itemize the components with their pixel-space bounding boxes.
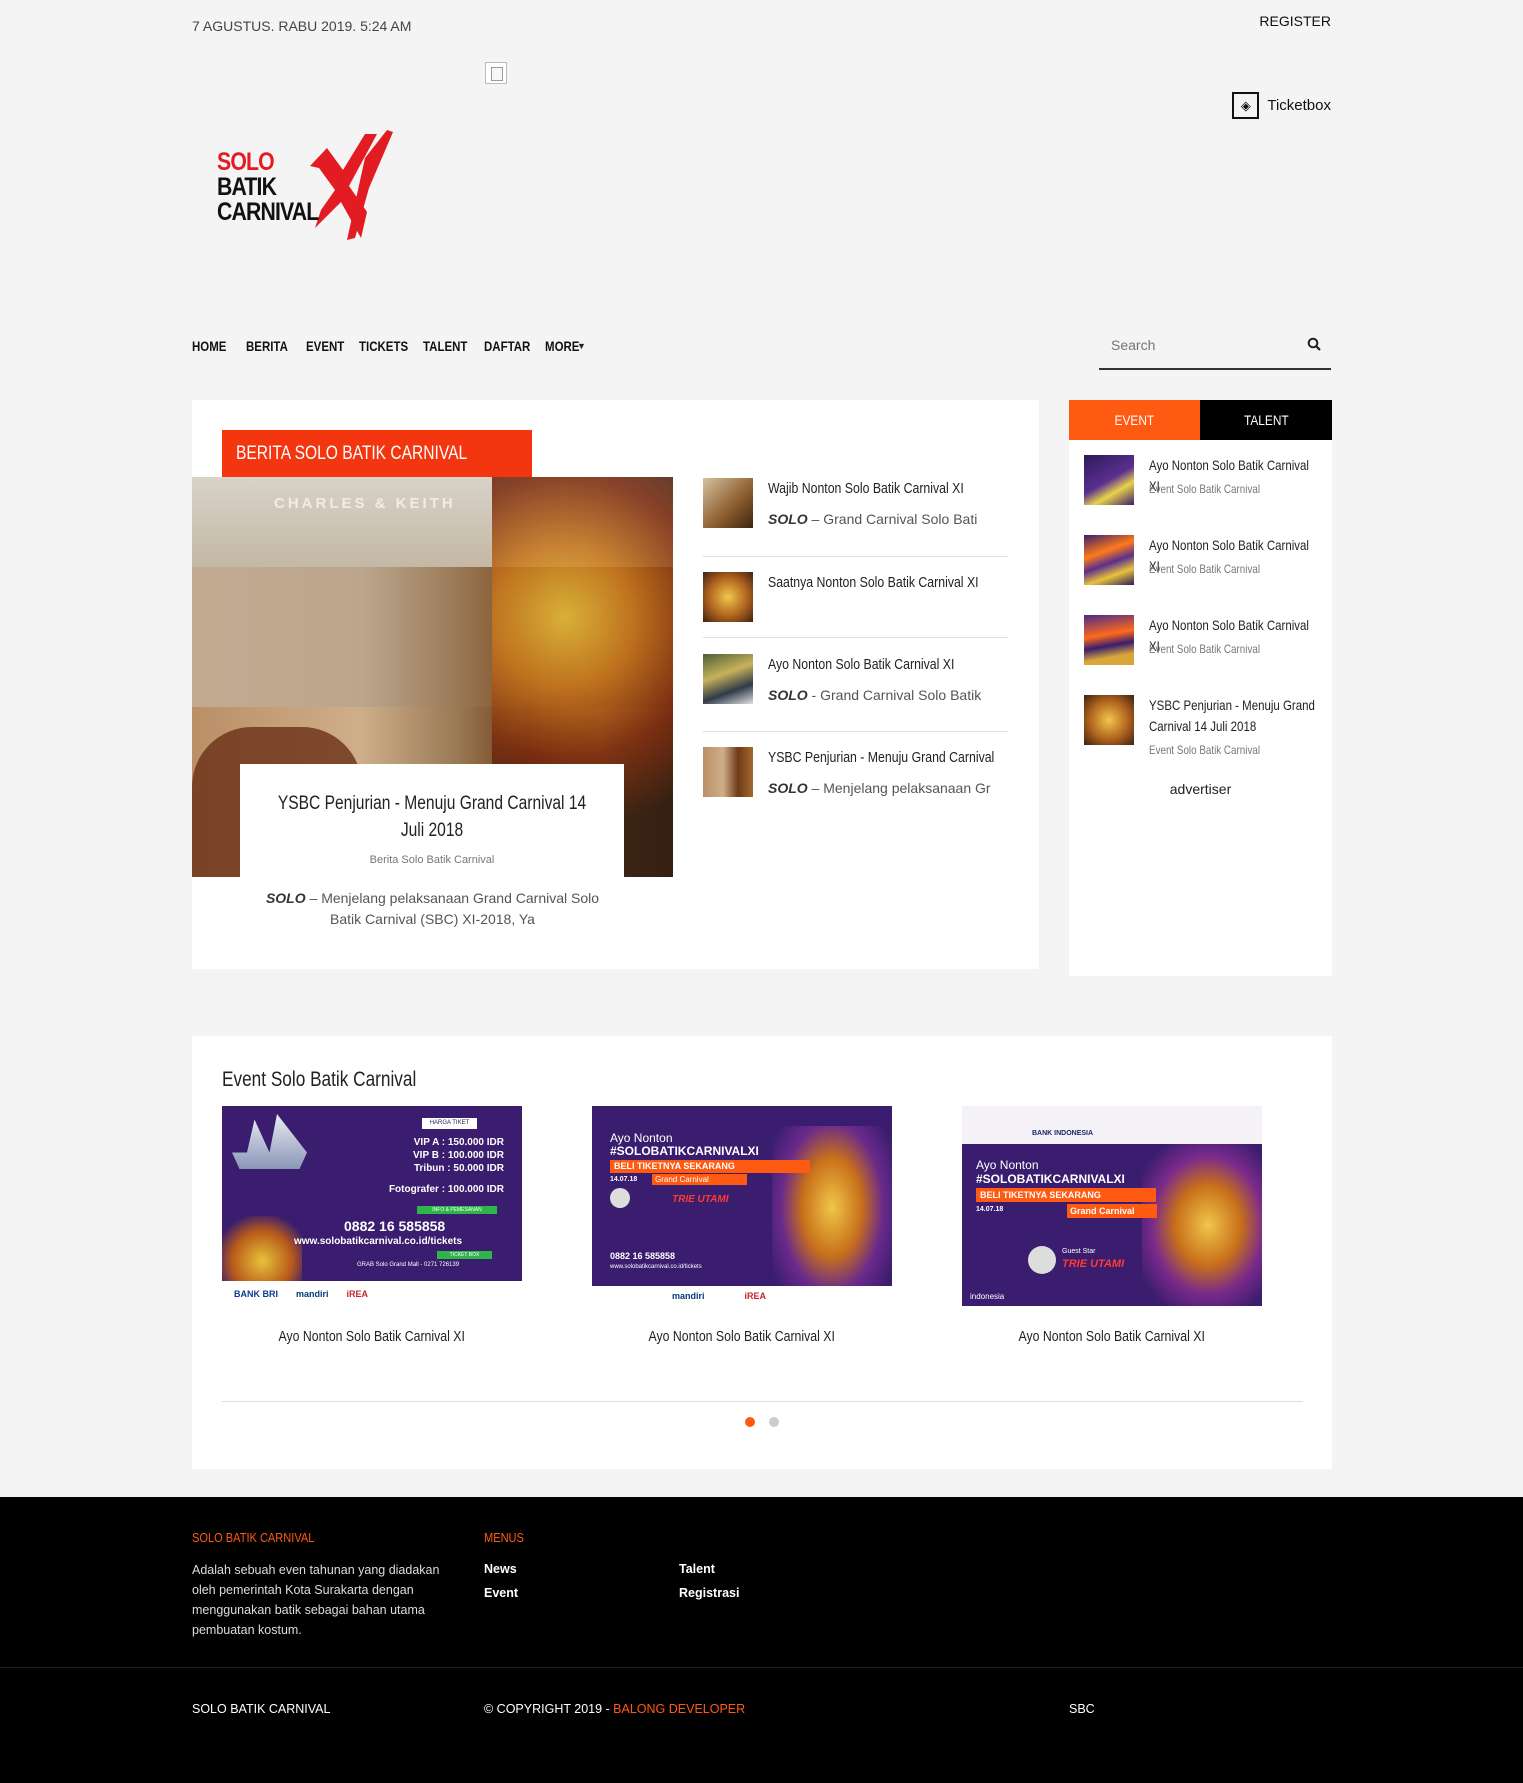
nav-home[interactable]: HOME (192, 338, 226, 354)
news-thumbnail (703, 478, 753, 528)
event-poster[interactable]: Ayo Nonton #SOLOBATIKCARNIVALXI BELI TIK… (592, 1106, 892, 1306)
featured-news-excerpt: SOLO – Menjelang pelaksanaan Grand Carni… (265, 890, 600, 927)
news-item-title[interactable]: Wajib Nonton Solo Batik Carnival XI (768, 480, 964, 497)
sidebar-item-category: Event Solo Batik Carnival (1149, 482, 1261, 496)
nav-talent[interactable]: TALENT (423, 338, 467, 354)
sidebar-item-category: Event Solo Batik Carnival (1149, 743, 1261, 757)
ticket-icon: ◈ (1232, 92, 1260, 119)
event-caption[interactable]: Ayo Nonton Solo Batik Carnival XI (962, 1328, 1262, 1345)
news-item-title[interactable]: Saatnya Nonton Solo Batik Carnival XI (768, 574, 979, 591)
featured-news-title[interactable]: YSBC Penjurian - Menuju Grand Carnival 1… (275, 790, 590, 844)
event-caption[interactable]: Ayo Nonton Solo Batik Carnival XI (592, 1328, 892, 1345)
costume-graphic (1142, 1144, 1262, 1306)
footer-divider (0, 1667, 1523, 1668)
nav-daftar[interactable]: DAFTAR (484, 338, 530, 354)
site-logo[interactable]: SOLO BATIK CARNIVAL (215, 128, 405, 248)
search-box (1099, 328, 1331, 370)
search-input[interactable] (1099, 328, 1289, 362)
advertiser-slot: advertiser (1169, 781, 1232, 797)
event-thumbnail (1084, 455, 1134, 505)
nav-more-dropdown[interactable]: MORE ▼ (545, 338, 586, 354)
sidebar-item-category: Event Solo Batik Carnival (1149, 642, 1261, 656)
ticketbox-label: Ticketbox (1267, 97, 1331, 114)
divider (703, 556, 1008, 557)
footer-menus-heading: MENUS (484, 1530, 524, 1545)
news-thumbnail (703, 572, 753, 622)
featured-news-card[interactable]: YSBC Penjurian - Menuju Grand Carnival 1… (240, 764, 624, 877)
event-poster[interactable]: HARGA TIKET VIP A : 150.000 IDR VIP B : … (222, 1106, 522, 1306)
footer-about-heading: SOLO BATIK CARNIVAL (192, 1530, 315, 1545)
logo-text-carnival: CARNIVAL (217, 198, 319, 226)
footer-link-news[interactable]: News (484, 1562, 517, 1576)
footer-site-name: SOLO BATIK CARNIVAL (192, 1702, 331, 1716)
news-item-title[interactable]: YSBC Penjurian - Menuju Grand Carnival (768, 749, 994, 766)
sidebar-item-title[interactable]: YSBC Penjurian - Menuju Grand Carnival 1… (1149, 695, 1321, 737)
developer-link[interactable]: BALONG DEVELOPER (613, 1702, 745, 1716)
carousel-dot-active[interactable] (745, 1417, 755, 1427)
nav-berita[interactable]: BERITA (246, 338, 288, 354)
footer-copyright: © COPYRIGHT 2019 - BALONG DEVELOPER (484, 1702, 746, 1716)
event-thumbnail (1084, 615, 1134, 665)
footer-sbc: SBC (1069, 1702, 1095, 1716)
search-icon[interactable] (1307, 337, 1321, 354)
nav-more[interactable]: MORE (545, 338, 579, 354)
nav-event[interactable]: EVENT (306, 338, 344, 354)
broken-image-icon (485, 62, 507, 84)
footer-link-event[interactable]: Event (484, 1586, 518, 1600)
featured-news-category[interactable]: Berita Solo Batik Carnival (240, 854, 624, 866)
footer-link-registrasi[interactable]: Registrasi (679, 1586, 739, 1600)
news-section-tag: BERITA SOLO BATIK CARNIVAL (222, 430, 532, 477)
costume-graphic (772, 1126, 892, 1306)
divider (703, 731, 1008, 732)
header-date: 7 AGUSTUS. RABU 2019. 5:24 AM (192, 18, 412, 34)
footer-link-talent[interactable]: Talent (679, 1562, 715, 1576)
divider (222, 1401, 1303, 1402)
ship-graphic (232, 1114, 307, 1169)
tab-event[interactable]: EVENT (1069, 400, 1200, 440)
footer-about-text: Adalah sebuah even tahunan yang diadakan… (192, 1563, 440, 1637)
news-item-excerpt: SOLO – Menjelang pelaksanaan Gr (768, 780, 991, 796)
news-thumbnail (703, 654, 753, 704)
tab-talent[interactable]: TALENT (1200, 400, 1332, 440)
logo-text-solo: SOLO (217, 148, 275, 176)
news-item-excerpt: SOLO - Grand Carnival Solo Batik (768, 687, 982, 703)
news-item-excerpt: SOLO – Grand Carnival Solo Bati (768, 511, 978, 527)
ticketbox-link[interactable]: ◈ Ticketbox (1232, 92, 1331, 119)
divider (703, 637, 1008, 638)
news-item-title[interactable]: Ayo Nonton Solo Batik Carnival XI (768, 656, 954, 673)
carousel-dot[interactable] (769, 1417, 779, 1427)
event-poster[interactable]: BANK INDONESIA Ayo Nonton #SOLOBATIKCARN… (962, 1106, 1262, 1306)
logo-text-batik: BATIK (217, 173, 277, 201)
event-caption[interactable]: Ayo Nonton Solo Batik Carnival XI (222, 1328, 522, 1345)
event-section-heading: Event Solo Batik Carnival (222, 1068, 417, 1091)
sidebar-item-category: Event Solo Batik Carnival (1149, 562, 1261, 576)
event-thumbnail (1084, 695, 1134, 745)
main-nav: HOME BERITA EVENT TICKETS TALENT DAFTAR … (192, 338, 586, 354)
event-thumbnail (1084, 535, 1134, 585)
news-thumbnail (703, 747, 753, 797)
register-link[interactable]: REGISTER (1259, 13, 1331, 29)
hero-store-sign: CHARLES & KEITH (274, 495, 456, 512)
nav-tickets[interactable]: TICKETS (359, 338, 408, 354)
